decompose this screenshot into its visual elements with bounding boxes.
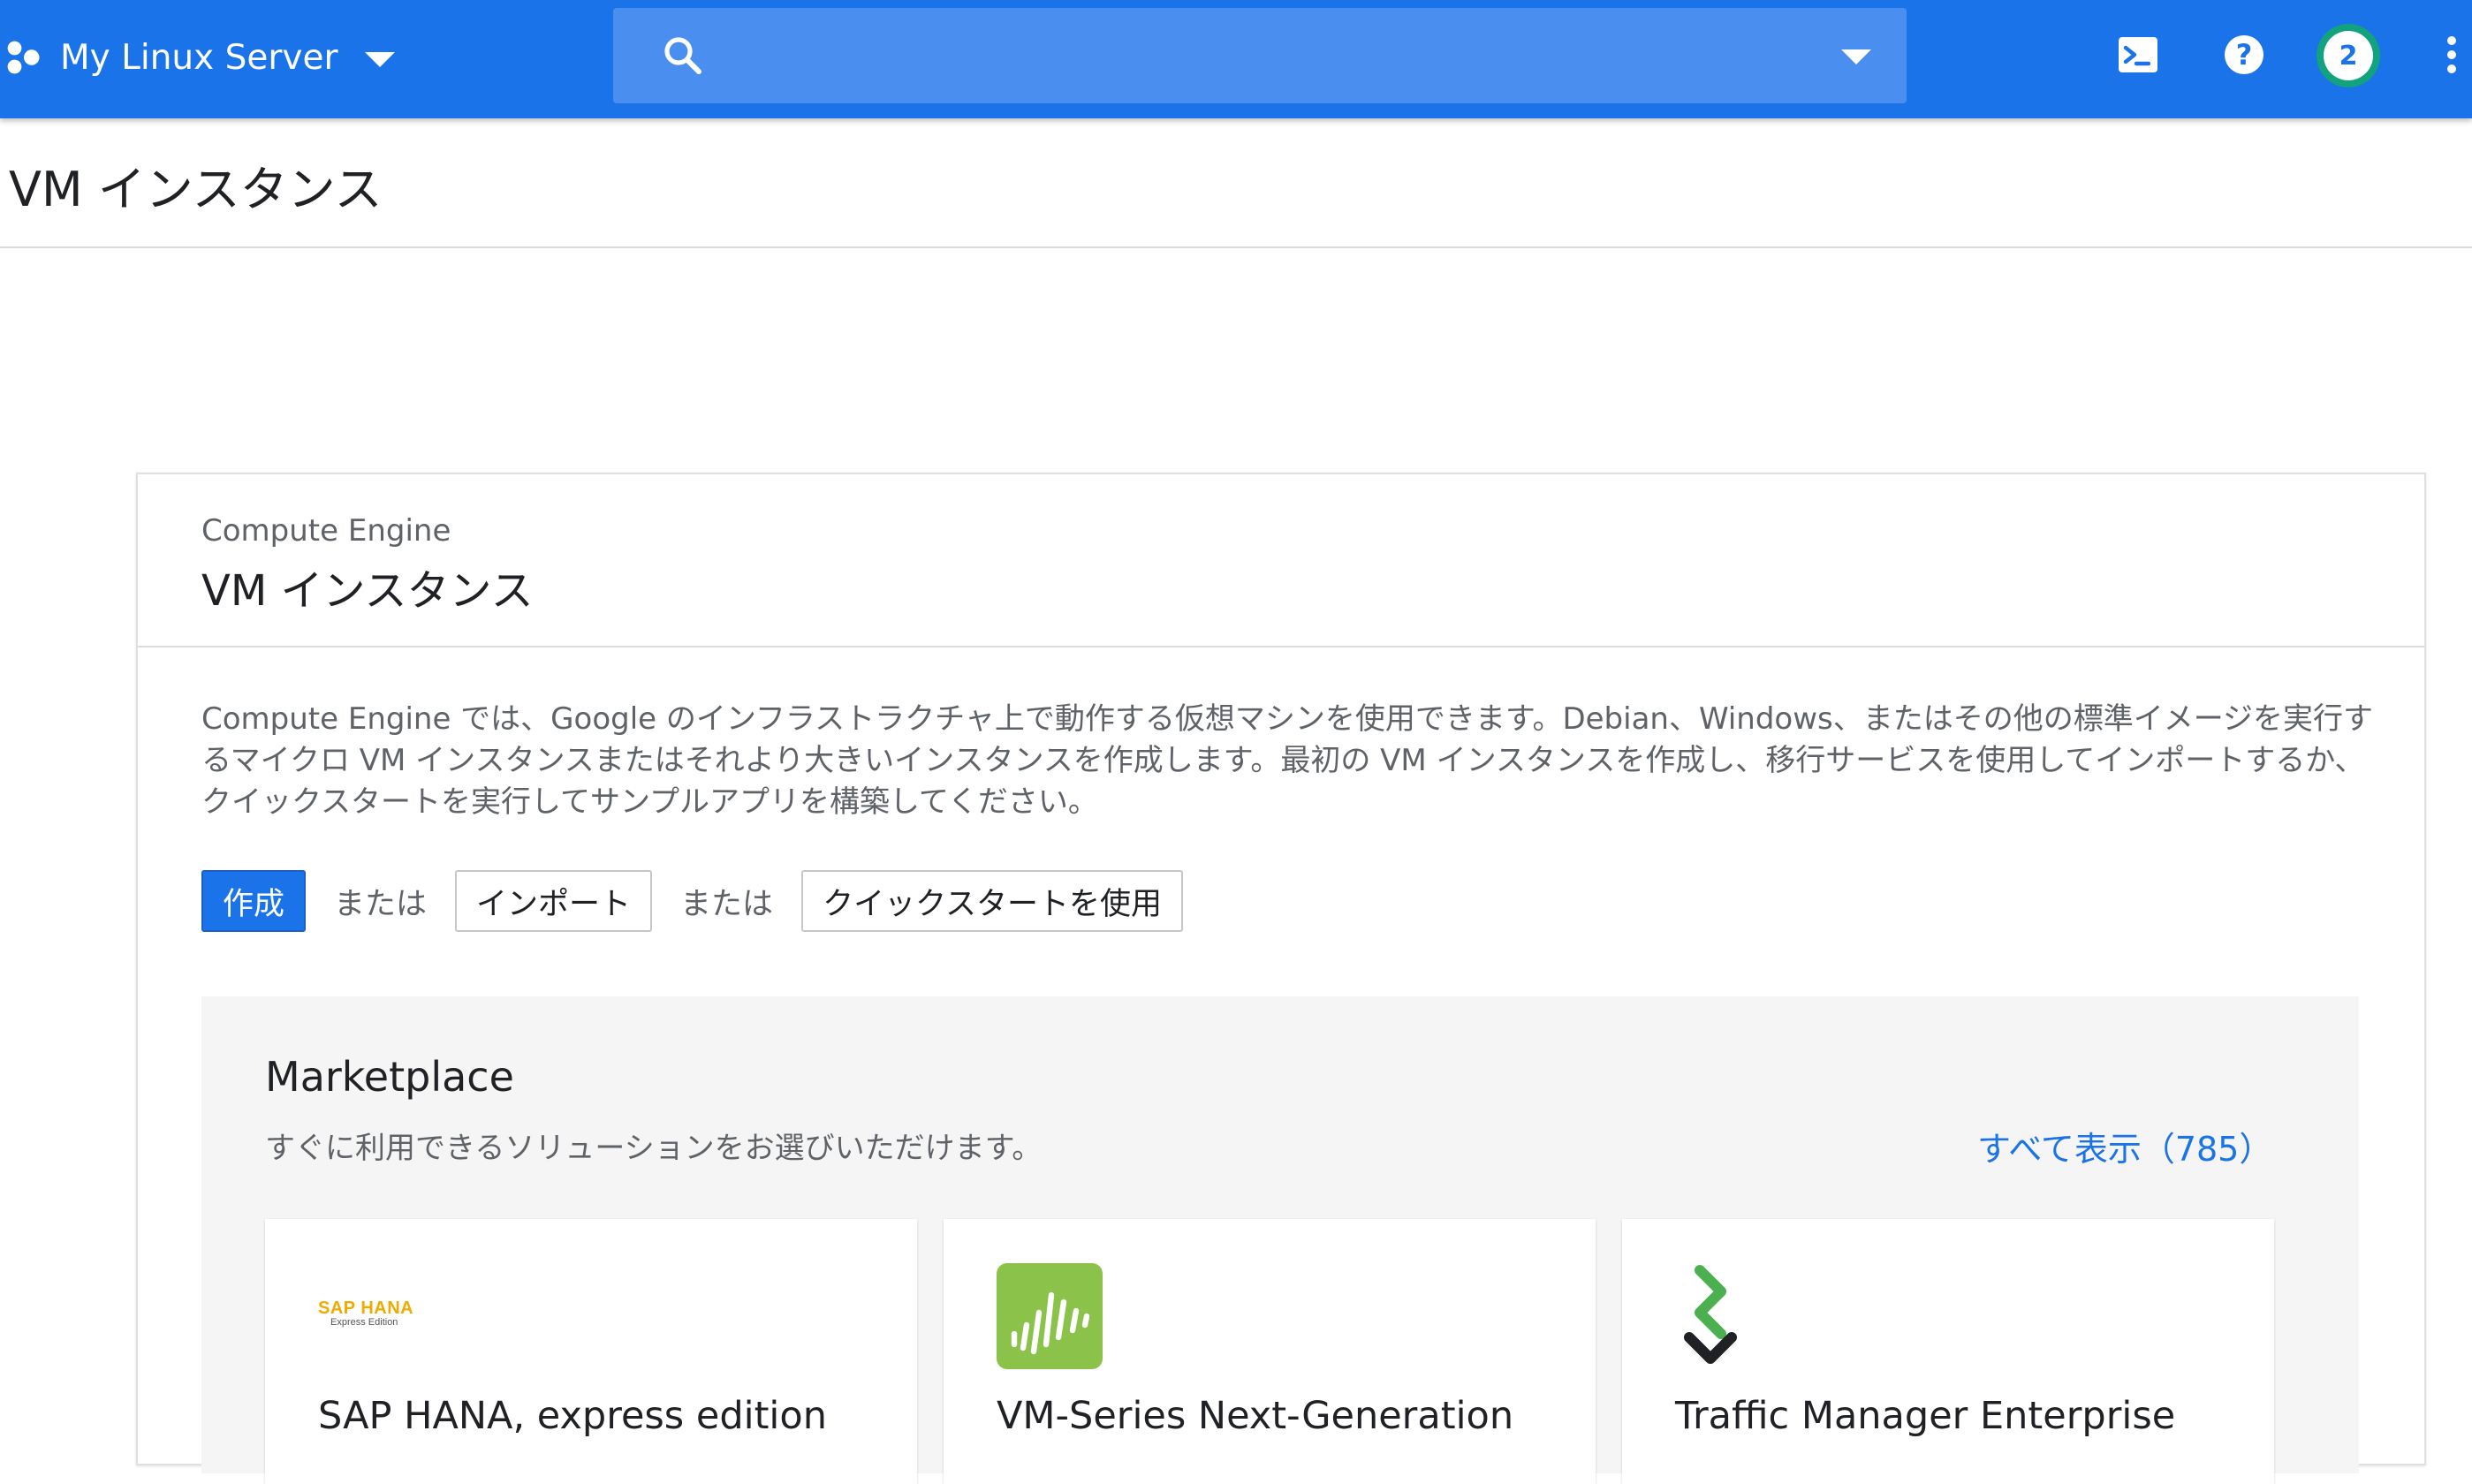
view-all-link[interactable]: すべて表示（785） bbox=[1977, 1122, 2272, 1170]
marketplace-card-name: VM-Series Next-Generation bbox=[997, 1394, 1514, 1438]
search-input[interactable] bbox=[728, 26, 1792, 87]
page-divider bbox=[0, 246, 2472, 248]
notifications-button[interactable]: 2 bbox=[2317, 24, 2380, 87]
import-button[interactable]: インポート bbox=[455, 870, 653, 932]
project-selector[interactable]: My Linux Server bbox=[5, 0, 395, 115]
or-label: または bbox=[680, 886, 774, 922]
page-title: VM インスタンス bbox=[9, 162, 383, 217]
card-divider bbox=[138, 646, 2424, 647]
chevron-down-icon bbox=[364, 51, 395, 67]
marketplace-section: Marketplace すぐに利用できるソリューションをお選びいただけます。 す… bbox=[201, 996, 2359, 1484]
create-button[interactable]: 作成 bbox=[201, 870, 307, 932]
cloud-shell-icon bbox=[2119, 37, 2157, 72]
marketplace-title: Marketplace bbox=[265, 1053, 514, 1101]
top-app-bar: My Linux Server ? 2 bbox=[0, 0, 2472, 118]
vm-series-logo bbox=[997, 1263, 1103, 1369]
card-subtitle: Compute Engine bbox=[201, 513, 451, 549]
quickstart-button[interactable]: クイックスタートを使用 bbox=[801, 870, 1184, 932]
marketplace-card[interactable]: SAP HANA Express Edition SAP HANA, expre… bbox=[265, 1219, 917, 1484]
search-bar[interactable] bbox=[613, 8, 1907, 103]
card-description: Compute Engine では、Google のインフラストラクチャ上で動作… bbox=[201, 701, 2374, 820]
project-name: My Linux Server bbox=[60, 37, 338, 78]
marketplace-card[interactable]: Traffic Manager Enterprise bbox=[1622, 1219, 2274, 1484]
more-vert-icon[interactable] bbox=[2434, 26, 2469, 83]
empty-state-card: Compute Engine VM インスタンス Compute Engine … bbox=[136, 473, 2426, 1484]
search-dropdown-icon[interactable] bbox=[1841, 49, 1871, 64]
card-actions: 作成 または インポート または クイックスタートを使用 bbox=[201, 870, 1184, 932]
sap-hana-logo: SAP HANA Express Edition bbox=[318, 1298, 414, 1328]
project-icon bbox=[7, 41, 40, 74]
cloud-shell-button[interactable] bbox=[2110, 26, 2166, 83]
notifications-badge: 2 bbox=[2324, 31, 2373, 80]
or-label: または bbox=[334, 886, 428, 922]
marketplace-card-name: SAP HANA, express edition bbox=[318, 1394, 827, 1438]
marketplace-subtitle: すぐに利用できるソリューションをお選びいただけます。 bbox=[265, 1131, 1043, 1166]
search-icon bbox=[664, 37, 701, 74]
card-title: VM インスタンス bbox=[201, 566, 534, 616]
traffic-manager-logo bbox=[1684, 1265, 1737, 1364]
help-icon: ? bbox=[2225, 35, 2263, 74]
help-button[interactable]: ? bbox=[2216, 26, 2272, 83]
marketplace-card-name: Traffic Manager Enterprise bbox=[1675, 1394, 2176, 1438]
marketplace-card[interactable]: VM-Series Next-Generation bbox=[944, 1219, 1596, 1484]
